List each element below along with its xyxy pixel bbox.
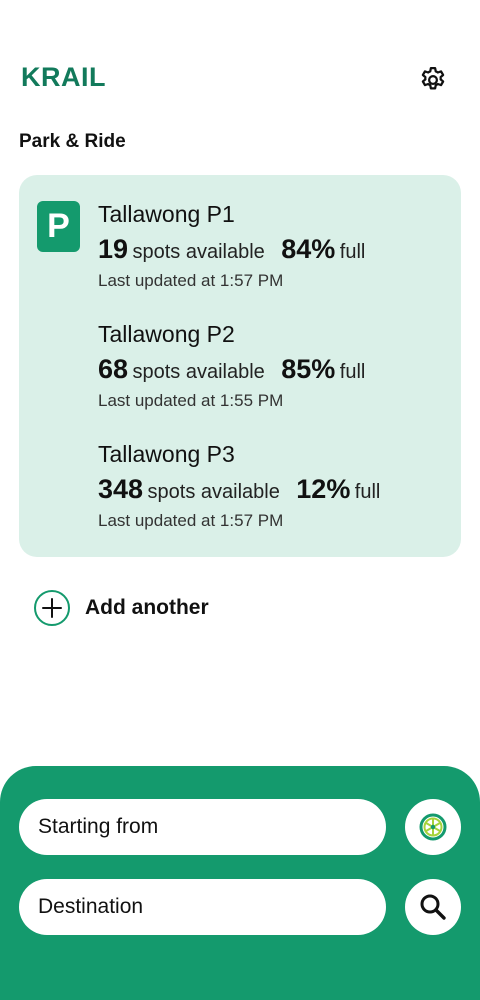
trip-planner-panel — [0, 766, 480, 1000]
destination-input[interactable] — [19, 879, 386, 935]
lot-name: Tallawong P1 — [98, 201, 235, 227]
last-updated: Last updated at 1:57 PM — [98, 271, 284, 290]
parking-p-icon: P — [37, 201, 80, 252]
lot-item-2[interactable]: Tallawong P2 68 spots available 85% full… — [98, 319, 458, 413]
search-icon — [420, 894, 446, 920]
section-title: Park & Ride — [19, 131, 126, 152]
starting-from-input[interactable] — [19, 799, 386, 855]
lot-stats: 348 spots available 12% full — [98, 469, 458, 509]
lot-stats: 19 spots available 84% full — [98, 229, 458, 269]
settings-button[interactable] — [416, 63, 450, 97]
percent-label: full — [339, 361, 366, 383]
spots-count: 68 — [98, 354, 129, 384]
last-updated: Last updated at 1:57 PM — [98, 511, 284, 530]
wheel-icon — [419, 813, 447, 841]
percent-full: 12% — [296, 474, 351, 504]
last-updated: Last updated at 1:55 PM — [98, 391, 284, 410]
spots-count: 19 — [98, 234, 129, 264]
spots-label: spots available — [132, 361, 265, 383]
park-ride-card[interactable]: P Tallawong P1 19 spots available 84% fu… — [19, 175, 461, 557]
percent-label: full — [354, 481, 381, 503]
spots-label: spots available — [132, 241, 265, 263]
plus-circle-icon — [34, 590, 70, 626]
lot-name: Tallawong P2 — [98, 321, 235, 347]
add-another-label: Add another — [85, 596, 209, 619]
add-another-button[interactable]: Add another — [33, 589, 209, 627]
lot-item-3[interactable]: Tallawong P3 348 spots available 12% ful… — [98, 439, 458, 533]
spots-label: spots available — [147, 481, 280, 503]
search-button[interactable] — [405, 879, 461, 935]
lot-stats: 68 spots available 85% full — [98, 349, 458, 389]
lot-name: Tallawong P3 — [98, 441, 235, 467]
app-title: KRAIL — [21, 62, 106, 92]
lot-item-1[interactable]: Tallawong P1 19 spots available 84% full… — [98, 199, 458, 293]
percent-full: 85% — [281, 354, 336, 384]
percent-full: 84% — [281, 234, 336, 264]
locate-button[interactable] — [405, 799, 461, 855]
percent-label: full — [339, 241, 366, 263]
spots-count: 348 — [98, 474, 144, 504]
gear-icon — [421, 67, 445, 90]
